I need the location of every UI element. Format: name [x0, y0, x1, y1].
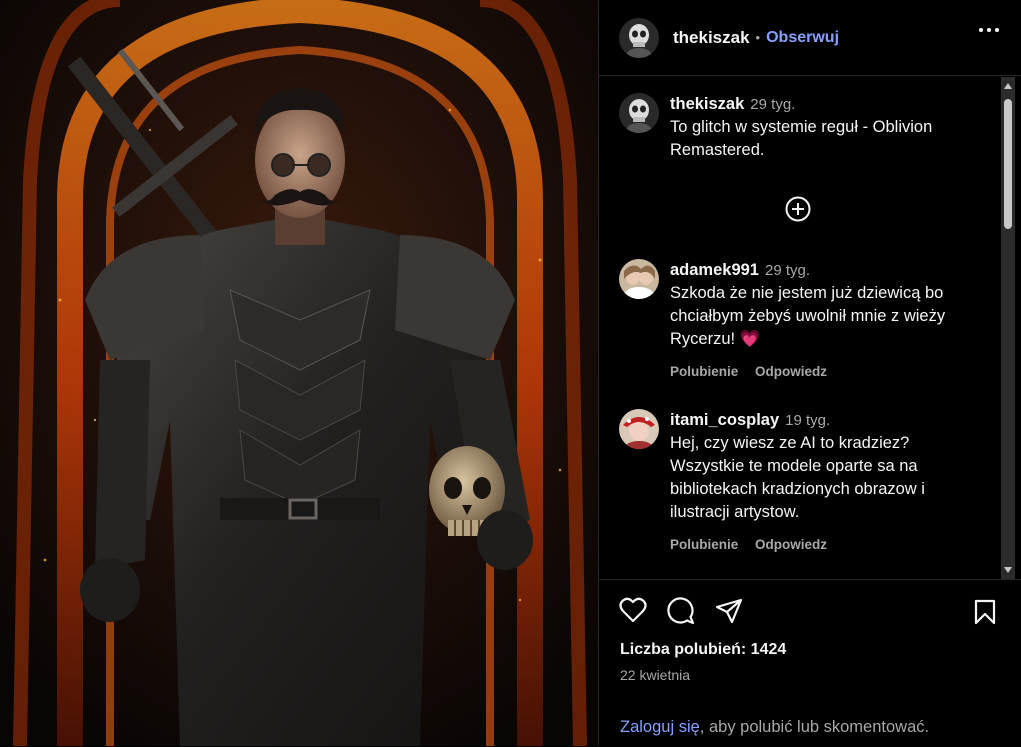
- scrollbar-thumb[interactable]: [1004, 99, 1012, 229]
- scrollbar[interactable]: [1001, 77, 1015, 579]
- post-header: thekiszak • Obserwuj: [599, 0, 1021, 76]
- caption-username[interactable]: thekiszak: [670, 95, 744, 113]
- comment-time[interactable]: 19 tyg.: [785, 412, 830, 429]
- post-image[interactable]: [0, 0, 598, 746]
- like-comment-button[interactable]: Polubienie: [670, 364, 738, 379]
- more-icon[interactable]: [979, 28, 999, 32]
- avatar[interactable]: [619, 259, 659, 299]
- comment-username[interactable]: adamek991: [670, 261, 759, 279]
- avatar[interactable]: [619, 409, 659, 449]
- plus-circle-icon[interactable]: [784, 195, 812, 223]
- avatar[interactable]: [619, 93, 659, 133]
- post-username[interactable]: thekiszak: [673, 28, 750, 48]
- login-link[interactable]: Zaloguj się: [620, 718, 700, 736]
- caption: thekiszak 29 tyg. To glitch w systemie re…: [619, 93, 989, 162]
- comment-time[interactable]: 29 tyg.: [765, 262, 810, 279]
- like-comment-button[interactable]: Polubienie: [670, 537, 738, 552]
- comment-icon[interactable]: [667, 597, 695, 625]
- reply-button[interactable]: Odpowiedz: [755, 537, 827, 552]
- likes-count[interactable]: Liczba polubień: 1424: [620, 641, 786, 659]
- follow-button[interactable]: Obserwuj: [766, 29, 839, 47]
- comment-text: Szkoda że nie jestem już dziewicą bo chc…: [670, 284, 946, 348]
- comment-username[interactable]: itami_cosplay: [670, 411, 779, 429]
- comment-item: adamek991 29 tyg. Szkoda że nie jestem ju…: [619, 259, 989, 383]
- comments-list[interactable]: thekiszak 29 tyg. To glitch w systemie re…: [599, 77, 1001, 579]
- reply-button[interactable]: Odpowiedz: [755, 364, 827, 379]
- post-footer: Liczba polubień: 1424 22 kwietnia Zalogu…: [599, 579, 1021, 747]
- scroll-up-icon[interactable]: [1004, 83, 1012, 89]
- separator-dot: •: [755, 30, 761, 45]
- login-prompt: Zaloguj się, aby polubić lub skomentować…: [620, 718, 929, 737]
- avatar[interactable]: [619, 17, 659, 58]
- post-date[interactable]: 22 kwietnia: [620, 667, 690, 683]
- post-panel: thekiszak • Obserwuj thekiszak 29 tyg. To…: [598, 0, 1021, 746]
- comment-item: itami_cosplay 19 tyg. Hej, czy wiesz ze A…: [619, 409, 989, 556]
- scroll-down-icon[interactable]: [1004, 567, 1012, 573]
- heart-icon[interactable]: [619, 597, 647, 623]
- comment-text: Hej, czy wiesz ze AI to kradziez? Wszyst…: [670, 434, 925, 521]
- caption-time[interactable]: 29 tyg.: [750, 96, 795, 113]
- login-prompt-text: , aby polubić lub skomentować.: [699, 718, 930, 736]
- caption-text: To glitch w systemie reguł - Oblivion Re…: [670, 118, 933, 159]
- share-icon[interactable]: [715, 597, 743, 625]
- bookmark-icon[interactable]: [974, 599, 996, 625]
